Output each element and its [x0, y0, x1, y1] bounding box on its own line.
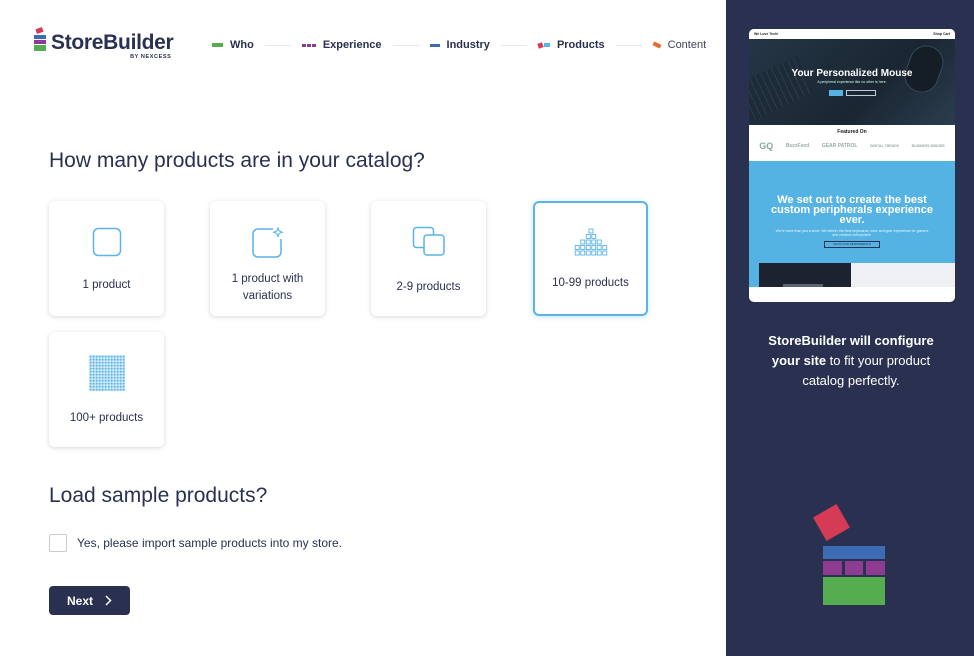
sample-products-checkbox[interactable]: [49, 534, 67, 552]
single-square-icon: [92, 225, 122, 259]
next-button-label: Next: [66, 593, 93, 608]
green-bar-icon: [212, 43, 223, 47]
sample-question: Load sample products?: [49, 484, 268, 507]
option-label: 10-99 products: [552, 277, 629, 289]
option-label: 1 product with variations: [231, 273, 304, 302]
products-step-icon: [537, 41, 550, 49]
step-label: Who: [230, 39, 254, 51]
step-divider: [264, 44, 291, 46]
preview-mission-button: SHOP OUR PERIPHERALS: [824, 241, 880, 248]
purple-bars-icon: [301, 43, 316, 47]
preview-brand: We Love Tech!: [754, 32, 779, 36]
step-industry[interactable]: Industry: [429, 39, 490, 51]
press-logo: BUSINESS INSIDER: [911, 144, 945, 148]
preview-nav: We Love Tech! Shop Cart: [749, 29, 955, 39]
step-label: Experience: [322, 39, 382, 51]
step-content[interactable]: Content: [652, 39, 707, 51]
store-preview: We Love Tech! Shop Cart Your Personalize…: [749, 29, 955, 302]
step-products[interactable]: Products: [537, 39, 605, 51]
logo-title: StoreBuilder: [51, 31, 174, 54]
press-logo: DIGITAL TRENDS: [869, 144, 900, 148]
stacked-squares-icon: [412, 225, 446, 259]
press-logo: GQ: [759, 141, 774, 151]
square-with-sparkle-icon: [251, 225, 285, 259]
option-1-product-variations[interactable]: 1 product with variations: [210, 201, 325, 316]
step-label: Content: [667, 39, 707, 51]
main-panel: StoreBuilder BY NEXCESS Who Experience I…: [0, 0, 726, 656]
preview-mission-section: We set out to create the best custom per…: [749, 161, 955, 287]
step-label: Products: [556, 39, 605, 51]
preview-mission-title: We set out to create the best custom per…: [770, 194, 933, 226]
option-1-product[interactable]: 1 product: [49, 201, 164, 316]
storebuilder-blocks-illustration: [813, 504, 886, 607]
preview-hero-buttons: [749, 90, 955, 96]
preview-hero-title: Your Personalized Mouse: [791, 68, 913, 79]
orange-bar-icon: [652, 41, 662, 49]
chevron-right-icon: [105, 595, 112, 606]
option-label: 1 product: [82, 279, 131, 291]
side-description: StoreBuilder will configure your site to…: [766, 331, 936, 391]
option-10-99-products[interactable]: 10-99 products: [533, 201, 648, 316]
option-100-plus-products[interactable]: 100+ products: [49, 332, 164, 447]
option-label: 2-9 products: [396, 281, 461, 293]
sample-products-option[interactable]: Yes, please import sample products into …: [49, 534, 342, 552]
pyramid-grid-icon: [574, 225, 608, 259]
logo-blocks-icon: [34, 26, 48, 52]
option-label: 100+ products: [69, 412, 144, 424]
preview-featured: Featured On GQ BuzzFeed GEAR PATROL DIGI…: [749, 125, 955, 161]
blue-bar-icon: [429, 43, 440, 47]
next-button[interactable]: Next: [49, 586, 130, 615]
preview-featured-title: Featured On: [837, 129, 867, 135]
step-label: Industry: [446, 39, 490, 51]
step-divider: [500, 44, 527, 46]
dense-grid-icon: [89, 355, 125, 391]
preview-nav-links: Shop Cart: [933, 32, 950, 36]
press-logo: GEAR PATROL: [821, 143, 858, 149]
preview-dark-image: [759, 263, 851, 287]
catalog-question: How many products are in your catalog?: [49, 149, 425, 172]
logo-subtitle: BY NEXCESS: [130, 54, 172, 60]
preview-hero: Your Personalized Mouse A peripheral exp…: [749, 39, 955, 125]
step-divider: [615, 44, 642, 46]
press-logo: BuzzFeed: [785, 143, 810, 149]
progress-steps: Who Experience Industry Products Content: [212, 38, 706, 52]
preview-hero-subtitle: A peripheral experience like no other is…: [817, 80, 887, 84]
storebuilder-logo[interactable]: StoreBuilder BY NEXCESS: [34, 26, 174, 61]
step-divider: [392, 44, 419, 46]
sample-products-label: Yes, please import sample products into …: [77, 536, 343, 550]
preview-mission-text: We're more than just a store. We deliver…: [775, 229, 929, 237]
step-who[interactable]: Who: [212, 39, 254, 51]
step-experience[interactable]: Experience: [301, 39, 382, 51]
preview-gray-block: [851, 263, 955, 287]
preview-press-logos: GQ BuzzFeed GEAR PATROL DIGITAL TRENDS B…: [749, 141, 955, 151]
option-2-9-products[interactable]: 2-9 products: [371, 201, 486, 316]
